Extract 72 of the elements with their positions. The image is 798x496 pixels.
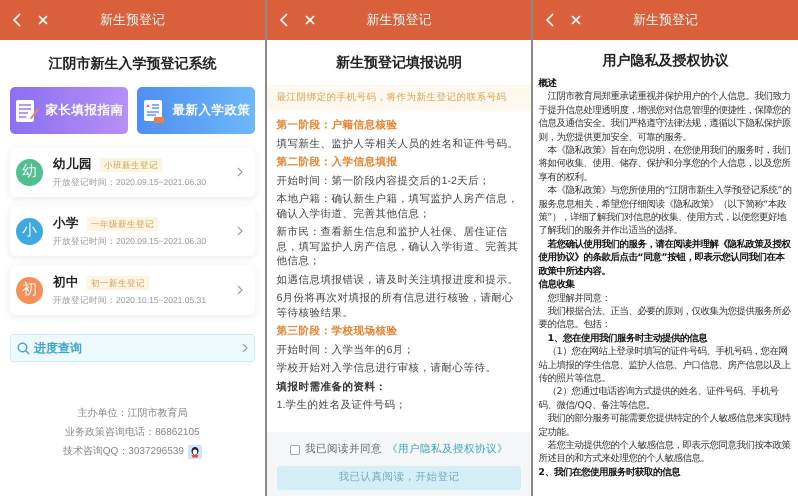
search-icon xyxy=(17,342,30,354)
progress-query-label: 进度查询 xyxy=(34,340,83,357)
page-title: 江阴市新生入学预登记系统 xyxy=(48,54,216,73)
footer-text: 业务政策咨询电话：86862105 xyxy=(65,426,200,440)
registration-period: 开放登记时间：2020.09.15~2021.06.30 xyxy=(53,176,208,189)
page-title: 用户隐私及授权协议 xyxy=(602,51,729,70)
level-name: 幼儿园 xyxy=(53,156,92,174)
agree-checkbox[interactable] xyxy=(290,445,300,456)
agreement-link[interactable]: 《用户隐私及授权协议》 xyxy=(387,442,508,458)
stage-heading: 第一阶段：户籍信息核验 xyxy=(276,118,399,133)
registration-period: 开放登记时间：2020.09.15~2021.06.30 xyxy=(53,235,208,248)
footer-text: 技术咨询QQ：3037296539 xyxy=(62,444,184,459)
chevron-right-icon xyxy=(236,167,243,177)
penguin-icon[interactable] xyxy=(188,444,202,458)
back-icon[interactable] xyxy=(12,13,22,27)
chevron-right-icon xyxy=(236,226,243,236)
banner-button[interactable]: 家长填报指南 xyxy=(10,87,128,134)
school-level-card[interactable]: 幼 幼儿园 小班新生登记 开放登记时间：2020.09.15~2021.06.30 xyxy=(10,147,255,197)
notice-bar: 最江阴绑定的手机号码，将作为新生登记的联系号码 xyxy=(266,85,532,112)
agree-label: 我已阅读并同意 xyxy=(305,442,382,458)
back-icon[interactable] xyxy=(278,13,289,27)
close-icon[interactable] xyxy=(38,15,48,25)
paragraph: 我们根据合法、正当、必要的原则，仅收集为您提供服务所必要的信息。包括： xyxy=(538,304,792,332)
header-title: 新生预登记 xyxy=(366,11,432,30)
banner-button[interactable]: 最新入学政策 xyxy=(136,87,255,134)
section-heading: 概述 xyxy=(538,77,558,90)
level-avatar: 小 xyxy=(16,218,43,244)
level-avatar: 初 xyxy=(16,276,43,304)
school-level-card[interactable]: 初 初中 初一新生登记 开放登记时间：2020.10.15~2021.05.31 xyxy=(10,265,255,315)
paragraph: （2）您通过电话咨询方式提供的姓名、证件号码、手机号码、微信/QQ、备注等信息。 xyxy=(538,385,780,412)
paragraph: 本《隐私政策》与您所使用的“江阴市新生入学预登记系统”的服务息息相关，希望您仔细阅读《隐私政策》（以下简称“本政策”），详细了解我们对信息的收集、使用方式，以便您更好地了解我们的服务并作出适当的选择。 xyxy=(538,184,792,238)
school-level-card[interactable]: 小 小学 一年级新生登记 开放登记时间：2020.09.15~2021.06.30 xyxy=(10,206,255,256)
bold-paragraph: 若您确认使用我们的服务，请在阅读并理解《隐私政策及授权使用协议》的条款后点击“同意”按钮，即表示您认同我们在本政策中所述内容。 xyxy=(538,238,792,278)
section-label: 填报时需准备的资料： xyxy=(276,380,388,394)
level-avatar: 幼 xyxy=(16,158,43,186)
instruction-text: 本地户籍：确认新生户籍，填写监护人房产信息，确认入学街道、完善其他信息； xyxy=(276,192,520,222)
paragraph: （1）您在网站上登录时填写的证件号码、手机号码，您在网站上填报的学生信息、监护人信息、户口信息、房产信息以及上传的照片等信息。 xyxy=(538,345,792,386)
header-title: 新生预登记 xyxy=(633,11,698,30)
page-title: 新生预登记填报说明 xyxy=(336,53,462,72)
level-name: 初中 xyxy=(53,274,79,292)
close-icon[interactable] xyxy=(304,15,315,25)
paragraph: 本《隐私政策》旨在向您说明，在您使用我们的服务时，我们将如何收集、使用、储存、保护和分享您的个人信息，以及您所享有的权利。 xyxy=(538,144,792,184)
stage-heading: 第三阶段：学校现场核验 xyxy=(276,324,399,339)
paragraph: 您理解并同意： xyxy=(546,292,612,305)
level-name: 小学 xyxy=(53,215,79,232)
instruction-text: 开始时间：第一阶段内容提交后的1-2天后； xyxy=(276,174,491,188)
back-icon[interactable] xyxy=(545,13,556,27)
chevron-right-icon xyxy=(236,285,243,295)
paragraph: 江阴市教育局郑重承诺重视并保护用户的个人信息。我们致力于提升信息处理透明度，增强您对信息管理的便捷性，保障您的信息及通信安全。我们严格遵守法律法规，遵循以下隐私保护原则，为您提供更加安全、可靠的服务。 xyxy=(538,90,792,144)
section-heading: 信息收集 xyxy=(538,278,576,292)
footer-text: 主办单位：江阴市教育局 xyxy=(77,406,188,421)
registration-period: 开放登记时间：2020.10.15~2021.05.31 xyxy=(53,294,208,307)
progress-query-button[interactable]: 进度查询 xyxy=(10,334,255,362)
instruction-text: 1.学生的姓名及证件号码； xyxy=(276,398,408,413)
section-heading: 2、我们在您使用服务时获取的信息 xyxy=(538,466,682,480)
instruction-text: 6月份将再次对填报的所有信息进行核验，请耐心等待核验结果。 xyxy=(276,291,515,320)
instruction-text: 学校开始对入学信息进行审核，请耐心等待。 xyxy=(276,361,498,376)
instruction-text: 填写新生、监护人等相关人员的姓名和证件号码。 xyxy=(276,136,520,152)
form-pen-icon xyxy=(14,98,40,124)
level-tag: 小班新生登记 xyxy=(100,158,162,172)
paragraph: 我们的部分服务可能需要您提供特定的个人敏感信息来实现特定功能。 xyxy=(538,412,792,439)
level-tag: 一年级新生登记 xyxy=(87,216,158,231)
close-icon[interactable] xyxy=(571,15,582,25)
level-tag: 初一新生登记 xyxy=(87,276,149,290)
stage-heading: 第二阶段：入学信息填报 xyxy=(276,155,399,170)
paragraph: 若您主动提供您的个人敏感信息，即表示您同意我们按本政策所述目的和方式来处理您的个人敏感信息。 xyxy=(538,438,792,466)
instruction-text: 新市民：查看新生信息和监护人社保、居住证信息，填写监护人房产信息，确认入学街道、完善其他信息； xyxy=(276,225,520,269)
instruction-text: 开始时间：入学当年的6月； xyxy=(276,342,416,358)
header-title: 新生预登记 xyxy=(100,11,165,30)
bold-paragraph: 1、您在使用我们服务时主动提供的信息 xyxy=(546,332,708,346)
chevron-right-icon xyxy=(242,343,248,353)
instruction-text: 如遇信息填报错误，请及时关注填报进度和提示。 xyxy=(276,272,520,288)
